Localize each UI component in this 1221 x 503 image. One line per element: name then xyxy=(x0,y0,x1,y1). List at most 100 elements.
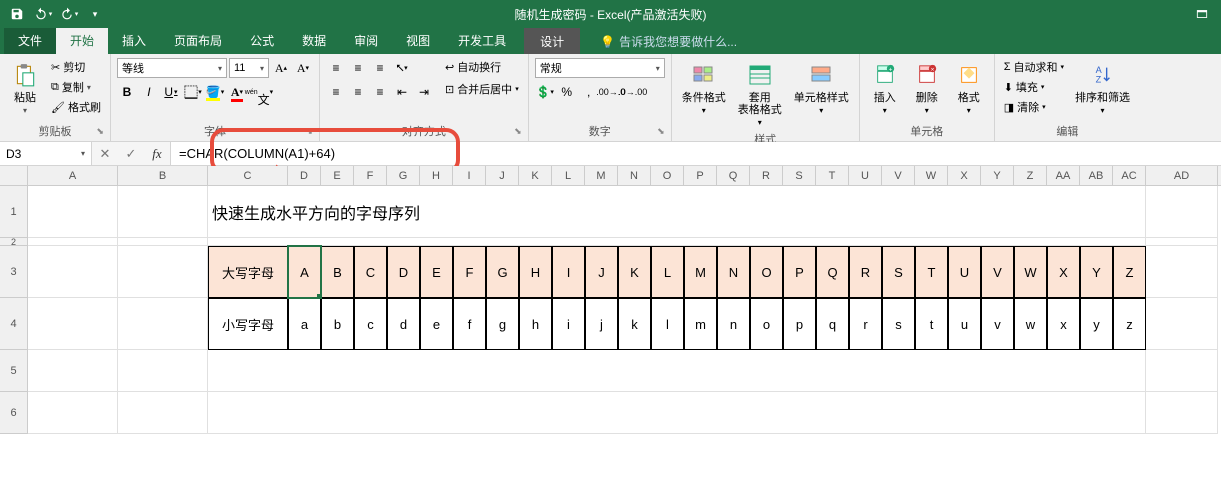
cell[interactable]: E xyxy=(420,246,453,298)
alignment-launcher[interactable]: ⬊ xyxy=(514,126,522,137)
italic-button[interactable]: I xyxy=(139,82,159,102)
cell[interactable] xyxy=(1146,298,1218,350)
cell[interactable] xyxy=(1146,350,1218,392)
cell[interactable]: z xyxy=(1113,298,1146,350)
col-header[interactable]: E xyxy=(321,166,354,185)
cell[interactable]: B xyxy=(321,246,354,298)
cell[interactable]: T xyxy=(915,246,948,298)
format-painter-button[interactable]: 🖌格式刷 xyxy=(48,98,104,116)
cell[interactable]: y xyxy=(1080,298,1113,350)
increase-indent-button[interactable]: ⇥ xyxy=(414,82,434,102)
cell[interactable]: c xyxy=(354,298,387,350)
cell[interactable]: i xyxy=(552,298,585,350)
col-header[interactable]: M xyxy=(585,166,618,185)
cell[interactable]: 小写字母 xyxy=(208,298,288,350)
cell[interactable] xyxy=(118,238,208,246)
cell[interactable]: G xyxy=(486,246,519,298)
col-header[interactable]: P xyxy=(684,166,717,185)
cell[interactable] xyxy=(118,246,208,298)
active-cell[interactable]: A xyxy=(288,246,321,298)
align-right-button[interactable]: ≡ xyxy=(370,82,390,102)
col-header[interactable]: C xyxy=(208,166,288,185)
fill-color-button[interactable]: 🪣▾ xyxy=(205,82,225,102)
col-header[interactable]: A xyxy=(28,166,118,185)
accounting-format-button[interactable]: 💲▾ xyxy=(535,82,555,102)
qat-customize[interactable]: ▾ xyxy=(84,4,106,24)
percent-button[interactable]: % xyxy=(557,82,577,102)
cell[interactable] xyxy=(208,350,1146,392)
col-header[interactable]: U xyxy=(849,166,882,185)
sort-filter-button[interactable]: AZ 排序和筛选▾ xyxy=(1071,58,1134,117)
cell[interactable]: Z xyxy=(1113,246,1146,298)
cell[interactable] xyxy=(1146,186,1218,238)
cell[interactable]: d xyxy=(387,298,420,350)
cell[interactable]: P xyxy=(783,246,816,298)
col-header[interactable]: AB xyxy=(1080,166,1113,185)
cell[interactable] xyxy=(28,298,118,350)
tab-data[interactable]: 数据 xyxy=(288,27,340,54)
col-header[interactable]: N xyxy=(618,166,651,185)
cell[interactable] xyxy=(208,238,1146,246)
cell[interactable]: o xyxy=(750,298,783,350)
number-launcher[interactable]: ⬊ xyxy=(657,126,665,137)
cell[interactable] xyxy=(118,392,208,434)
row-header[interactable]: 3 xyxy=(0,246,28,298)
row-header[interactable]: 1 xyxy=(0,186,28,238)
col-header[interactable]: Q xyxy=(717,166,750,185)
col-header[interactable]: H xyxy=(420,166,453,185)
save-button[interactable] xyxy=(6,4,28,24)
tab-view[interactable]: 视图 xyxy=(392,27,444,54)
cell[interactable]: g xyxy=(486,298,519,350)
worksheet-grid[interactable]: A B C D E F G H I J K L M N O P Q R S T … xyxy=(0,166,1221,434)
bold-button[interactable]: B xyxy=(117,82,137,102)
row-header[interactable]: 5 xyxy=(0,350,28,392)
col-header[interactable]: AD xyxy=(1146,166,1218,185)
col-header[interactable]: T xyxy=(816,166,849,185)
enter-formula-button[interactable]: ✓ xyxy=(118,146,144,162)
cell[interactable] xyxy=(28,246,118,298)
cell[interactable]: m xyxy=(684,298,717,350)
font-launcher[interactable]: ⬊ xyxy=(305,126,313,137)
cell-styles-button[interactable]: 单元格样式▾ xyxy=(790,58,853,117)
font-size-combo[interactable]: 11▾ xyxy=(229,58,269,78)
cell[interactable]: 快速生成水平方向的字母序列 xyxy=(208,186,1146,238)
cell[interactable]: H xyxy=(519,246,552,298)
fx-button[interactable]: fx xyxy=(144,146,170,162)
col-header[interactable]: AC xyxy=(1113,166,1146,185)
orientation-button[interactable]: ⭦▾ xyxy=(392,58,412,78)
cell[interactable]: R xyxy=(849,246,882,298)
cancel-formula-button[interactable]: ✕ xyxy=(92,146,118,162)
col-header[interactable]: I xyxy=(453,166,486,185)
align-bottom-button[interactable]: ≡ xyxy=(370,58,390,78)
cell[interactable]: s xyxy=(882,298,915,350)
cell[interactable] xyxy=(1146,392,1218,434)
clear-button[interactable]: ◨清除▾ xyxy=(1001,98,1067,116)
cell[interactable]: 大写字母 xyxy=(208,246,288,298)
merge-center-button[interactable]: ⊡合并后居中▾ xyxy=(442,80,522,98)
cell[interactable]: u xyxy=(948,298,981,350)
fill-handle[interactable] xyxy=(317,294,321,298)
cell[interactable]: I xyxy=(552,246,585,298)
border-button[interactable]: ▾ xyxy=(183,82,203,102)
cell[interactable]: x xyxy=(1047,298,1080,350)
col-header[interactable]: D xyxy=(288,166,321,185)
decrease-font-button[interactable]: A▾ xyxy=(293,58,313,78)
cell[interactable]: S xyxy=(882,246,915,298)
cell[interactable]: Y xyxy=(1080,246,1113,298)
redo-button[interactable]: ▾ xyxy=(58,4,80,24)
decrease-decimal-button[interactable]: .0→.00 xyxy=(623,82,643,102)
format-cells-button[interactable]: 格式▾ xyxy=(950,58,988,117)
col-header[interactable]: X xyxy=(948,166,981,185)
align-center-button[interactable]: ≡ xyxy=(348,82,368,102)
align-top-button[interactable]: ≡ xyxy=(326,58,346,78)
phonetic-button[interactable]: wén文▾ xyxy=(249,82,269,102)
cell[interactable]: j xyxy=(585,298,618,350)
col-header[interactable]: L xyxy=(552,166,585,185)
tab-page-layout[interactable]: 页面布局 xyxy=(160,27,236,54)
col-header[interactable]: K xyxy=(519,166,552,185)
decrease-indent-button[interactable]: ⇤ xyxy=(392,82,412,102)
col-header[interactable]: AA xyxy=(1047,166,1080,185)
conditional-format-button[interactable]: 条件格式▾ xyxy=(678,58,730,117)
cell[interactable]: V xyxy=(981,246,1014,298)
tab-review[interactable]: 审阅 xyxy=(340,27,392,54)
